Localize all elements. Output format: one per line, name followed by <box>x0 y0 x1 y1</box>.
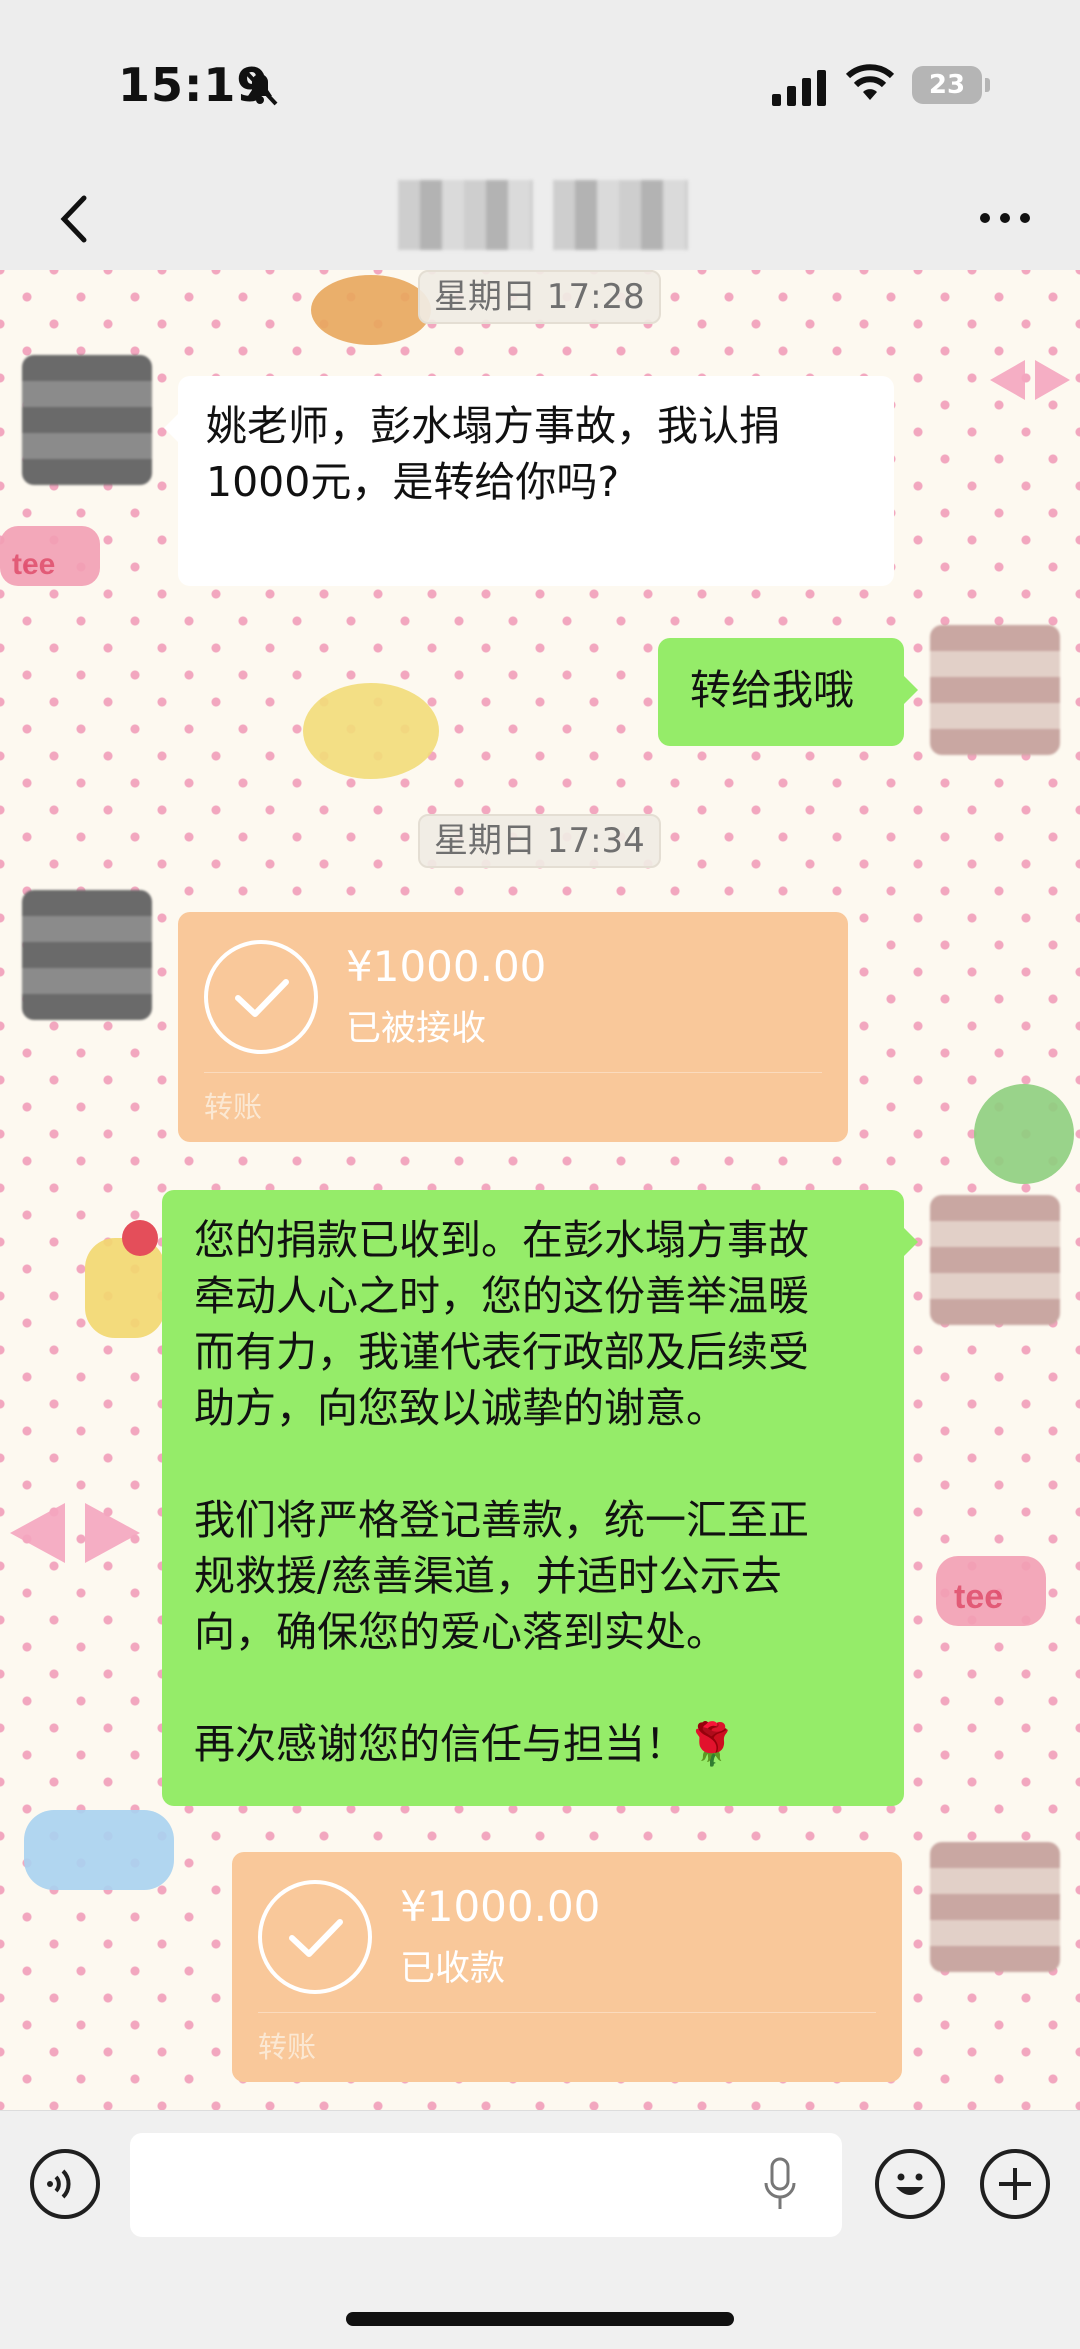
status-bar: 15:19 23 <box>0 0 1080 170</box>
check-icon <box>258 1880 372 1994</box>
timestamp-divider: 星期日 17:34 <box>418 814 661 868</box>
message-input[interactable] <box>130 2133 842 2237</box>
transfer-amount: ¥1000.00 <box>400 1882 601 1931</box>
tea-cup-text: tee <box>12 548 55 581</box>
transfer-card-sent[interactable]: ¥1000.00 已收款 转账 <box>232 1852 902 2082</box>
my-avatar[interactable] <box>930 1195 1060 1325</box>
home-indicator[interactable] <box>346 2312 734 2326</box>
chat-title <box>398 180 688 250</box>
transfer-card-received[interactable]: ¥1000.00 已被接收 转账 <box>178 912 848 1142</box>
card-divider <box>204 1072 822 1073</box>
chat-title-blurred-1 <box>398 180 533 250</box>
transfer-status: 已被接收 <box>346 1009 487 1049</box>
microphone-icon[interactable] <box>760 2155 800 2215</box>
transfer-label: 转账 <box>258 2030 317 2064</box>
transfer-label: 转账 <box>204 1090 263 1124</box>
transfer-status: 已收款 <box>400 1949 506 1989</box>
cellular-signal-icon <box>772 70 826 106</box>
transfer-amount: ¥1000.00 <box>346 942 547 991</box>
cup-sticker-text: tee <box>954 1578 1003 1616</box>
clover-sticker <box>974 1084 1074 1184</box>
donut-sticker <box>24 1810 174 1890</box>
emoji-button[interactable] <box>875 2149 945 2219</box>
tea-cup-sticker: tee <box>0 526 100 586</box>
pudding-sticker <box>85 1220 165 1338</box>
message-bubble-incoming[interactable]: 姚老师，彭水塌方事故，我认捐 1000元，是转给你吗? <box>164 376 894 586</box>
more-icon[interactable] <box>975 198 1035 238</box>
timestamp-divider: 星期日 17:28 <box>418 270 661 324</box>
bow-sticker-2 <box>10 1503 140 1563</box>
my-avatar[interactable] <box>930 625 1060 755</box>
sender-avatar[interactable] <box>22 890 152 1020</box>
message-bubble-outgoing[interactable]: 您的捐款已收到。在彭水塌方事故 牵动人心之时，您的这份善举温暖 而有力，我谨代表… <box>162 1190 918 1806</box>
battery-level: 23 <box>928 70 966 100</box>
card-divider <box>258 2012 876 2013</box>
message-bubble-outgoing[interactable]: 转给我哦 <box>658 638 918 746</box>
chat-header <box>0 170 1080 270</box>
sender-avatar[interactable] <box>22 355 152 485</box>
chat-title-blurred-2 <box>553 180 688 250</box>
back-button[interactable] <box>40 184 110 254</box>
check-icon <box>204 940 318 1054</box>
bow-sticker <box>990 360 1070 400</box>
my-avatar[interactable] <box>930 1842 1060 1972</box>
cheese-sticker <box>303 683 439 779</box>
more-functions-button[interactable] <box>980 2149 1050 2219</box>
battery-icon: 23 <box>912 66 990 104</box>
cup-sticker-2: tee <box>936 1556 1046 1626</box>
silent-mode-icon <box>242 68 278 106</box>
voice-input-button[interactable] <box>30 2149 100 2219</box>
wifi-icon <box>845 64 895 100</box>
